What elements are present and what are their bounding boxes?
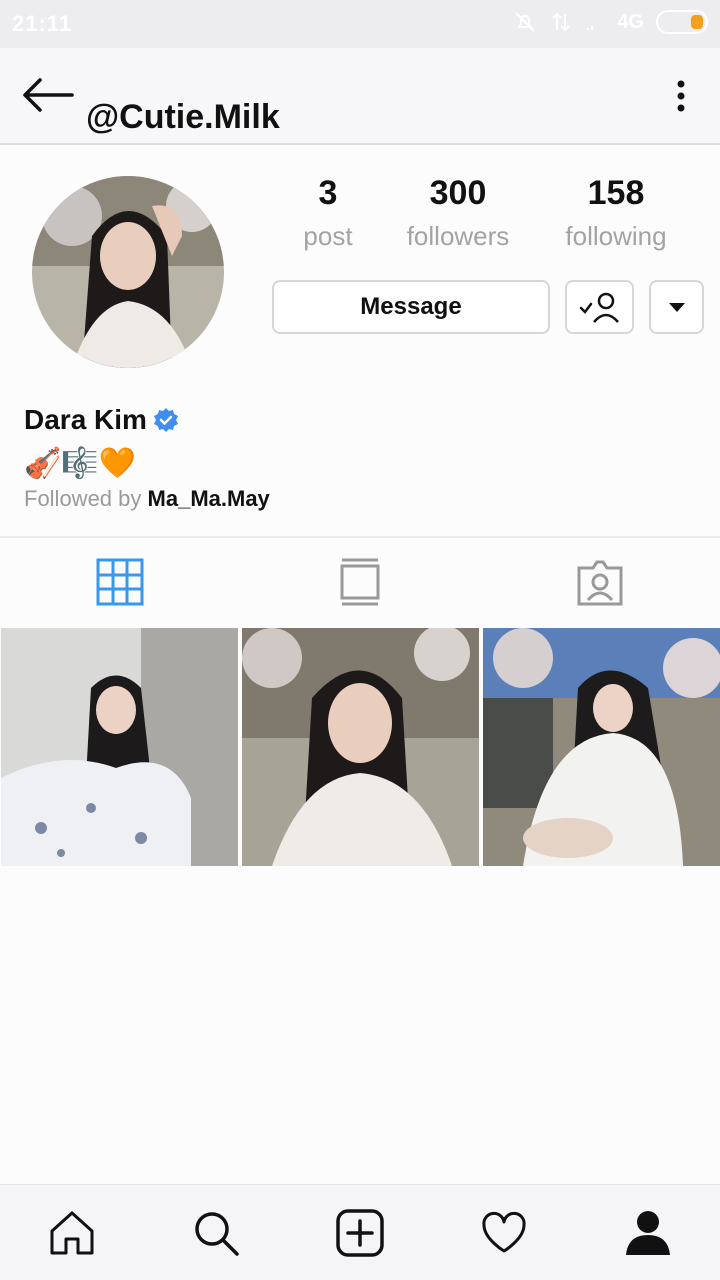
- photo-grid: [0, 628, 720, 866]
- user-check-icon: [579, 292, 619, 323]
- stat-posts[interactable]: 3 post: [298, 174, 358, 252]
- profile-username: @Cutie.Milk: [86, 98, 280, 136]
- status-icons: 4G: [513, 10, 708, 34]
- status-bar: 21:11 4G: [0, 0, 720, 48]
- photo-2: [242, 628, 479, 866]
- display-name: Dara Kim: [24, 404, 147, 435]
- signal-icon: [587, 26, 594, 30]
- home-icon[interactable]: [48, 1209, 96, 1257]
- grid-view-icon[interactable]: [96, 558, 144, 606]
- profile-avatar[interactable]: [32, 176, 224, 368]
- display-name-row: Dara Kim: [24, 404, 179, 436]
- battery-icon: [656, 10, 708, 34]
- status-time: 21:11: [12, 11, 73, 36]
- stat-followers-value: 300: [429, 174, 487, 212]
- bio-text: 🎻🎼🧡: [24, 447, 137, 480]
- stat-followers-label: followers: [406, 221, 510, 251]
- following-button[interactable]: [565, 280, 634, 334]
- network-label: 4G: [617, 10, 644, 33]
- stat-followers[interactable]: 300 followers: [398, 174, 518, 252]
- new-post-icon[interactable]: [336, 1209, 384, 1257]
- profile-tabs: [0, 536, 720, 626]
- photo-post-3[interactable]: [483, 628, 720, 866]
- activity-heart-icon[interactable]: [480, 1209, 528, 1257]
- photo-post-1[interactable]: [1, 628, 238, 866]
- photo-post-2[interactable]: [242, 628, 479, 866]
- feed-view-icon[interactable]: [336, 558, 384, 606]
- followed-by-prefix: Followed by: [24, 486, 142, 511]
- verified-badge-icon: [153, 408, 178, 432]
- tagged-photos-icon[interactable]: [576, 558, 624, 606]
- profile-icon[interactable]: [624, 1209, 672, 1257]
- search-icon[interactable]: [192, 1209, 240, 1257]
- stat-posts-value: 3: [318, 174, 338, 212]
- suggestions-dropdown-button[interactable]: [649, 280, 704, 334]
- stat-following-value: 158: [587, 174, 645, 212]
- followed-by[interactable]: Followed by Ma_Ma.May: [24, 486, 270, 512]
- bottom-navigation: [0, 1184, 720, 1280]
- message-button[interactable]: Message: [272, 280, 550, 334]
- more-options-icon[interactable]: [676, 80, 686, 112]
- avatar-photo: [32, 176, 224, 368]
- stat-following[interactable]: 158 following: [556, 174, 676, 252]
- photo-1: [1, 628, 238, 866]
- followed-by-user[interactable]: Ma_Ma.May: [148, 486, 270, 511]
- data-arrows-icon: [552, 12, 571, 32]
- stat-posts-label: post: [303, 221, 353, 251]
- mute-bell-icon: [515, 12, 536, 32]
- stat-following-label: following: [565, 221, 667, 251]
- back-arrow-icon[interactable]: [22, 78, 74, 112]
- photo-3: [483, 628, 720, 866]
- profile-header: @Cutie.Milk: [0, 48, 720, 145]
- caret-down-icon: [668, 303, 685, 312]
